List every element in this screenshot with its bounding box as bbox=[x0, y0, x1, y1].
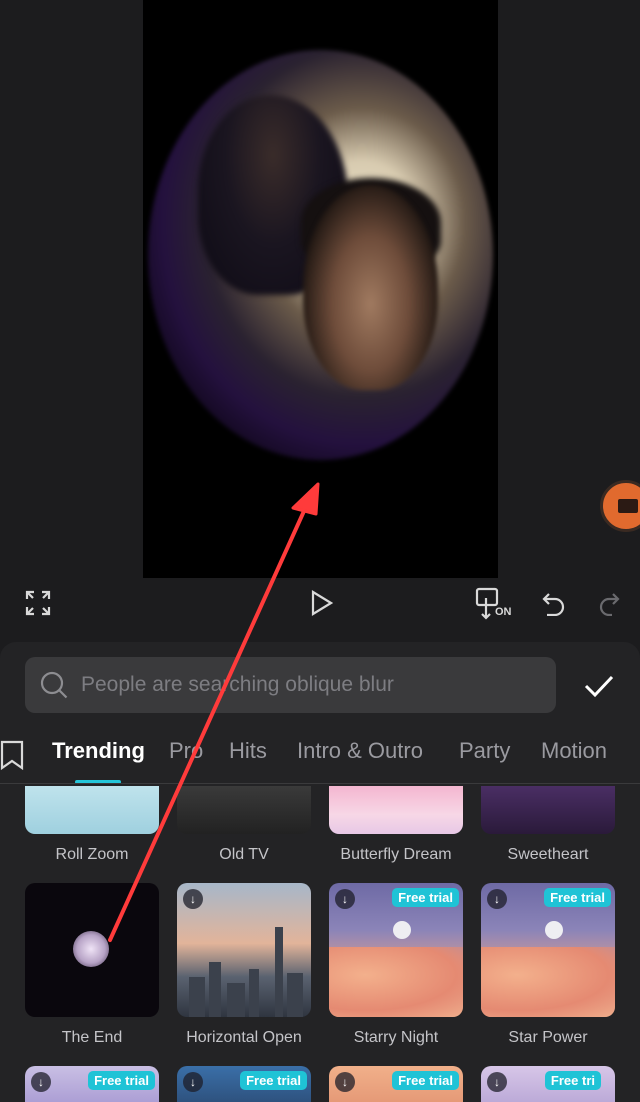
download-icon: ↓ bbox=[335, 1072, 355, 1092]
fullscreen-icon[interactable] bbox=[24, 589, 52, 617]
free-trial-badge: Free trial bbox=[544, 888, 611, 907]
tab-pro[interactable]: Pro bbox=[169, 738, 203, 764]
effect-thumbnail-horizontal-open[interactable]: ↓ bbox=[177, 883, 311, 1017]
effect-label: Sweetheart bbox=[507, 846, 589, 863]
camera-icon bbox=[618, 499, 638, 513]
effect-thumbnail[interactable]: ↓ Free trial bbox=[25, 1066, 159, 1102]
effect-thumbnail-roll-zoom[interactable] bbox=[25, 786, 159, 834]
effect-thumbnail[interactable]: ↓ Free trial bbox=[329, 1066, 463, 1102]
keyframe-on-icon[interactable]: ON bbox=[474, 586, 512, 622]
confirm-button[interactable] bbox=[580, 669, 618, 703]
preview-subject-child bbox=[303, 185, 438, 390]
download-icon: ↓ bbox=[335, 889, 355, 909]
redo-icon[interactable] bbox=[597, 589, 623, 617]
effect-thumbnail-butterfly-dream[interactable] bbox=[329, 786, 463, 834]
effect-label: Star Power bbox=[508, 1029, 588, 1046]
undo-icon[interactable] bbox=[540, 589, 568, 617]
effect-label: The End bbox=[61, 1029, 123, 1046]
checkmark-icon bbox=[584, 675, 614, 698]
effect-thumbnail[interactable]: ↓ Free tri bbox=[481, 1066, 615, 1102]
bookmark-icon[interactable] bbox=[0, 740, 24, 770]
play-icon[interactable] bbox=[306, 588, 336, 618]
effect-label: Roll Zoom bbox=[55, 846, 129, 863]
effect-label: Horizontal Open bbox=[186, 1029, 302, 1046]
effect-label: Old TV bbox=[219, 846, 269, 863]
effect-label: Butterfly Dream bbox=[340, 846, 452, 863]
download-icon: ↓ bbox=[487, 889, 507, 909]
free-trial-badge: Free trial bbox=[240, 1071, 307, 1090]
effect-thumbnail-starry-night[interactable]: ↓ Free trial bbox=[329, 883, 463, 1017]
search-placeholder: People are searching oblique blur bbox=[81, 673, 394, 696]
download-icon: ↓ bbox=[487, 1072, 507, 1092]
effects-panel: People are searching oblique blur Trendi… bbox=[0, 642, 640, 1102]
effect-thumbnail-old-tv[interactable] bbox=[177, 786, 311, 834]
download-icon: ↓ bbox=[183, 1072, 203, 1092]
video-preview[interactable] bbox=[143, 0, 498, 578]
category-tabs: Trending Pro Hits Intro & Outro Party Mo… bbox=[0, 730, 640, 780]
download-icon: ↓ bbox=[183, 889, 203, 909]
free-trial-badge: Free tri bbox=[544, 1071, 601, 1090]
video-preview-area bbox=[0, 0, 640, 640]
tab-intro-outro[interactable]: Intro & Outro bbox=[297, 738, 423, 764]
tab-party[interactable]: Party bbox=[459, 738, 510, 764]
search-icon bbox=[40, 671, 68, 699]
effect-thumbnail-star-power[interactable]: ↓ Free trial bbox=[481, 883, 615, 1017]
keyframe-on-label: ON bbox=[495, 606, 512, 618]
free-trial-badge: Free trial bbox=[392, 1071, 459, 1090]
effect-thumbnail-sweetheart[interactable] bbox=[481, 786, 615, 834]
effect-thumbnail-the-end[interactable] bbox=[25, 883, 159, 1017]
tab-trending[interactable]: Trending bbox=[52, 738, 145, 764]
free-trial-badge: Free trial bbox=[392, 888, 459, 907]
tab-motion[interactable]: Motion bbox=[541, 738, 607, 764]
effect-thumbnail[interactable]: ↓ Free trial bbox=[177, 1066, 311, 1102]
free-trial-badge: Free trial bbox=[88, 1071, 155, 1090]
download-icon: ↓ bbox=[31, 1072, 51, 1092]
effect-label: Starry Night bbox=[353, 1029, 439, 1046]
tabs-divider bbox=[0, 783, 640, 784]
search-input[interactable]: People are searching oblique blur bbox=[25, 657, 556, 713]
tab-hits[interactable]: Hits bbox=[229, 738, 267, 764]
